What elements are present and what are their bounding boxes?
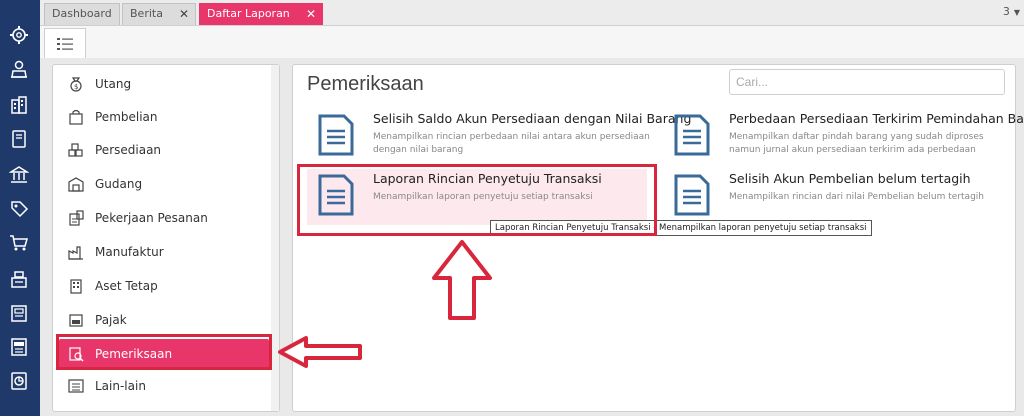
category-pajak[interactable]: Pajak: [67, 305, 267, 335]
list-icon: [57, 37, 73, 50]
category-manufaktur[interactable]: Manufaktur: [67, 237, 267, 267]
report-title: Selisih Saldo Akun Persediaan dengan Nil…: [373, 111, 692, 126]
category-aset-tetap[interactable]: Aset Tetap: [67, 271, 267, 301]
settings-icon[interactable]: [8, 24, 30, 46]
category-pembelian[interactable]: Pembelian: [67, 102, 267, 132]
category-label: Utang: [95, 77, 132, 91]
category-label: Manufaktur: [95, 245, 164, 259]
tab-count-dropdown[interactable]: 3 ▼: [1003, 5, 1020, 18]
tag-icon[interactable]: [8, 198, 30, 220]
highlight-box-category: [56, 334, 272, 370]
list-icon: [67, 377, 85, 395]
tax-icon: [67, 311, 85, 329]
report-description: Menampilkan rincian dari nilai Pembelian…: [729, 192, 984, 202]
building-icon[interactable]: [8, 94, 30, 116]
up-arrow-annotation: [432, 240, 492, 320]
boxes-icon: [67, 141, 85, 159]
category-label: Pajak: [95, 313, 127, 327]
report-chart-icon[interactable]: [8, 370, 30, 392]
tax-icon[interactable]: [8, 336, 30, 358]
document-icon: [674, 114, 710, 156]
category-label: Pekerjaan Pesanan: [95, 211, 208, 225]
tab-label: Daftar Laporan: [207, 7, 290, 20]
category-label: Aset Tetap: [95, 279, 158, 293]
category-pekerjaan-pesanan[interactable]: Pekerjaan Pesanan: [67, 203, 267, 233]
shopping-cart-icon[interactable]: [8, 232, 30, 254]
cash-register-icon[interactable]: [8, 268, 30, 290]
category-label: Lain-lain: [95, 379, 146, 393]
tab-berita[interactable]: Berita ✕: [122, 3, 196, 25]
svg-text:$: $: [74, 83, 78, 91]
bank-icon[interactable]: [8, 164, 30, 186]
report-description: Menampilkan rincian perbedaan nilai anta…: [373, 132, 650, 155]
tab-dashboard[interactable]: Dashboard: [44, 3, 120, 25]
close-icon[interactable]: ✕: [306, 4, 316, 24]
category-label: Pembelian: [95, 110, 158, 124]
category-utang[interactable]: $ Utang: [67, 69, 267, 99]
search-input[interactable]: [729, 69, 1005, 95]
report-item[interactable]: Perbedaan Persediaan Terkirim Pemindahan…: [663, 109, 1024, 165]
report-item[interactable]: Selisih Akun Pembelian belum tertagih Me…: [663, 169, 1003, 225]
tab-daftar-laporan[interactable]: Daftar Laporan ✕: [199, 3, 323, 25]
app-icon-rail: [0, 0, 40, 416]
category-label: Persediaan: [95, 143, 162, 157]
category-label: Gudang: [95, 177, 143, 191]
money-bag-icon: $: [67, 75, 85, 93]
book-icon[interactable]: [8, 128, 30, 150]
document-icon: [674, 174, 710, 216]
tab-label: Dashboard: [52, 7, 112, 20]
tab-bar: Dashboard Berita ✕ Daftar Laporan ✕ 3 ▼: [40, 0, 1024, 26]
ledger-icon[interactable]: [8, 302, 30, 324]
report-title: Perbedaan Persediaan Terkirim Pemindahan…: [729, 111, 1024, 126]
tab-count-value: 3: [1002, 5, 1010, 18]
sub-toolbar: [40, 26, 1024, 60]
category-gudang[interactable]: Gudang: [67, 169, 267, 199]
tab-label: Berita: [130, 7, 163, 20]
job-order-icon: [67, 209, 85, 227]
report-description: Menampilkan daftar pindah barang yang su…: [729, 132, 984, 155]
user-tie-icon[interactable]: [8, 58, 30, 80]
fixed-asset-icon: [67, 277, 85, 295]
report-item[interactable]: Selisih Saldo Akun Persediaan dengan Nil…: [307, 109, 691, 165]
chevron-down-icon: ▼: [1013, 8, 1020, 17]
category-lain-lain[interactable]: Lain-lain: [67, 371, 267, 401]
list-view-button[interactable]: [44, 28, 86, 58]
report-panel: Pemeriksaan Selisih Saldo Akun Persediaa…: [292, 64, 1024, 412]
close-icon[interactable]: ✕: [179, 4, 189, 24]
highlight-box-report: [297, 164, 657, 236]
page-title: Pemeriksaan: [307, 73, 424, 95]
report-title: Selisih Akun Pembelian belum tertagih: [729, 171, 971, 186]
shopping-bag-icon: [67, 108, 85, 126]
category-persediaan[interactable]: Persediaan: [67, 135, 267, 165]
factory-icon: [67, 243, 85, 261]
warehouse-icon: [67, 175, 85, 193]
left-arrow-annotation: [278, 336, 362, 368]
document-icon: [318, 114, 354, 156]
